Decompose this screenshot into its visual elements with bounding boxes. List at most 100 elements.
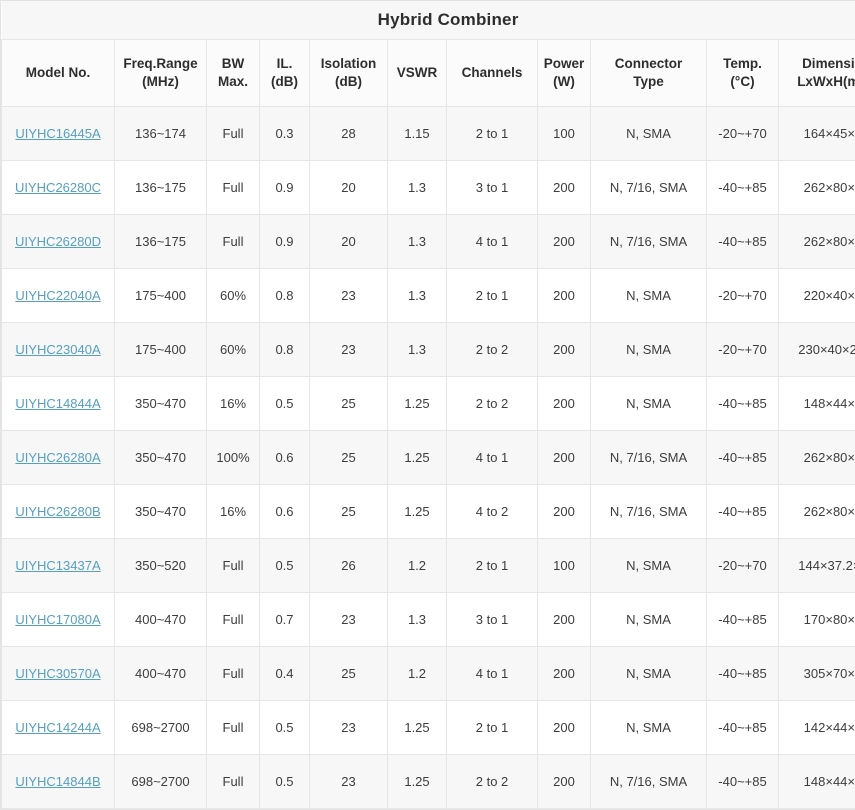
cell-bw-max: Full [207, 161, 260, 215]
cell-value: 3 to 1 [476, 612, 509, 627]
cell-isolation: 25 [310, 431, 388, 485]
cell-isolation: 26 [310, 539, 388, 593]
cell-value: 175~400 [135, 342, 186, 357]
model-link[interactable]: UIYHC23040A [15, 342, 100, 357]
column-header-line1: Isolation [312, 55, 385, 73]
cell-value: 1.25 [404, 774, 429, 789]
model-link[interactable]: UIYHC26280D [15, 234, 101, 249]
cell-value: 400~470 [135, 612, 186, 627]
cell-model-no[interactable]: UIYHC17080A [2, 593, 115, 647]
table-row: UIYHC16445A136~174Full0.3281.152 to 1100… [2, 107, 855, 161]
cell-value: 0.5 [275, 774, 293, 789]
cell-isolation: 23 [310, 701, 388, 755]
cell-value: -40~+85 [718, 180, 766, 195]
cell-value: -40~+85 [718, 612, 766, 627]
cell-power: 200 [538, 647, 591, 701]
column-header-line1: Model No. [4, 64, 112, 82]
table-row: UIYHC14844B698~2700Full0.5231.252 to 220… [2, 755, 855, 809]
cell-value: Full [223, 234, 244, 249]
cell-isolation: 25 [310, 377, 388, 431]
model-link[interactable]: UIYHC30570A [15, 666, 100, 681]
cell-model-no[interactable]: UIYHC14844A [2, 377, 115, 431]
cell-value: 1.25 [404, 450, 429, 465]
model-link[interactable]: UIYHC26280B [15, 504, 100, 519]
cell-value: 0.3 [275, 126, 293, 141]
cell-channels: 2 to 2 [447, 323, 538, 377]
cell-isolation: 23 [310, 269, 388, 323]
page-title: Hybrid Combiner [378, 10, 519, 29]
cell-value: 4 to 1 [476, 450, 509, 465]
cell-value: 100 [553, 126, 575, 141]
cell-freq-range: 350~470 [115, 485, 207, 539]
cell-model-no[interactable]: UIYHC23040A [2, 323, 115, 377]
cell-value: -20~+70 [718, 126, 766, 141]
cell-value: 200 [553, 774, 575, 789]
cell-value: 698~2700 [131, 774, 189, 789]
cell-value: -40~+85 [718, 720, 766, 735]
cell-dimension: 262×80×50 [779, 215, 855, 269]
cell-value: -40~+85 [718, 234, 766, 249]
cell-power: 100 [538, 107, 591, 161]
model-link[interactable]: UIYHC17080A [15, 612, 100, 627]
model-link[interactable]: UIYHC14844B [15, 774, 100, 789]
cell-power: 200 [538, 593, 591, 647]
cell-model-no[interactable]: UIYHC14244A [2, 701, 115, 755]
cell-il: 0.8 [260, 323, 310, 377]
column-header-dimension: DimensionLxWxH(mm) [779, 40, 855, 107]
model-link[interactable]: UIYHC26280C [15, 180, 101, 195]
cell-value: 23 [341, 720, 355, 735]
cell-value: 350~470 [135, 450, 186, 465]
table-row: UIYHC26280B350~47016%0.6251.254 to 2200N… [2, 485, 855, 539]
cell-dimension: 144×37.2×58 [779, 539, 855, 593]
cell-freq-range: 175~400 [115, 323, 207, 377]
cell-model-no[interactable]: UIYHC13437A [2, 539, 115, 593]
cell-value: 1.25 [404, 396, 429, 411]
cell-bw-max: 60% [207, 269, 260, 323]
cell-isolation: 25 [310, 485, 388, 539]
cell-il: 0.5 [260, 755, 310, 809]
column-header-vswr: VSWR [388, 40, 447, 107]
model-link[interactable]: UIYHC16445A [15, 126, 100, 141]
cell-channels: 2 to 1 [447, 269, 538, 323]
cell-value: -40~+85 [718, 666, 766, 681]
cell-freq-range: 400~470 [115, 647, 207, 701]
cell-model-no[interactable]: UIYHC26280D [2, 215, 115, 269]
cell-value: 1.15 [404, 126, 429, 141]
cell-value: N, 7/16, SMA [610, 504, 687, 519]
cell-freq-range: 136~174 [115, 107, 207, 161]
cell-model-no[interactable]: UIYHC14844B [2, 755, 115, 809]
cell-power: 200 [538, 485, 591, 539]
table-row: UIYHC26280C136~175Full0.9201.33 to 1200N… [2, 161, 855, 215]
cell-model-no[interactable]: UIYHC16445A [2, 107, 115, 161]
model-link[interactable]: UIYHC14244A [15, 720, 100, 735]
cell-vswr: 1.3 [388, 215, 447, 269]
cell-value: 200 [553, 666, 575, 681]
cell-value: 136~174 [135, 126, 186, 141]
cell-model-no[interactable]: UIYHC26280B [2, 485, 115, 539]
cell-model-no[interactable]: UIYHC22040A [2, 269, 115, 323]
cell-freq-range: 350~470 [115, 431, 207, 485]
cell-il: 0.9 [260, 161, 310, 215]
cell-value: 2 to 1 [476, 558, 509, 573]
cell-power: 200 [538, 431, 591, 485]
model-link[interactable]: UIYHC22040A [15, 288, 100, 303]
cell-temp: -20~+70 [707, 539, 779, 593]
cell-connector-type: N, SMA [591, 323, 707, 377]
cell-model-no[interactable]: UIYHC26280C [2, 161, 115, 215]
model-link[interactable]: UIYHC14844A [15, 396, 100, 411]
column-header-power: Power(W) [538, 40, 591, 107]
cell-model-no[interactable]: UIYHC26280A [2, 431, 115, 485]
cell-value: 698~2700 [131, 720, 189, 735]
cell-model-no[interactable]: UIYHC30570A [2, 647, 115, 701]
cell-dimension: 148×44×23 [779, 755, 855, 809]
cell-temp: -40~+85 [707, 485, 779, 539]
cell-temp: -20~+70 [707, 269, 779, 323]
cell-bw-max: Full [207, 755, 260, 809]
model-link[interactable]: UIYHC13437A [15, 558, 100, 573]
cell-power: 200 [538, 323, 591, 377]
cell-il: 0.7 [260, 593, 310, 647]
cell-value: 136~175 [135, 234, 186, 249]
cell-value: 100% [216, 450, 249, 465]
model-link[interactable]: UIYHC26280A [15, 450, 100, 465]
cell-value: 230×40×26.5 [798, 342, 855, 357]
